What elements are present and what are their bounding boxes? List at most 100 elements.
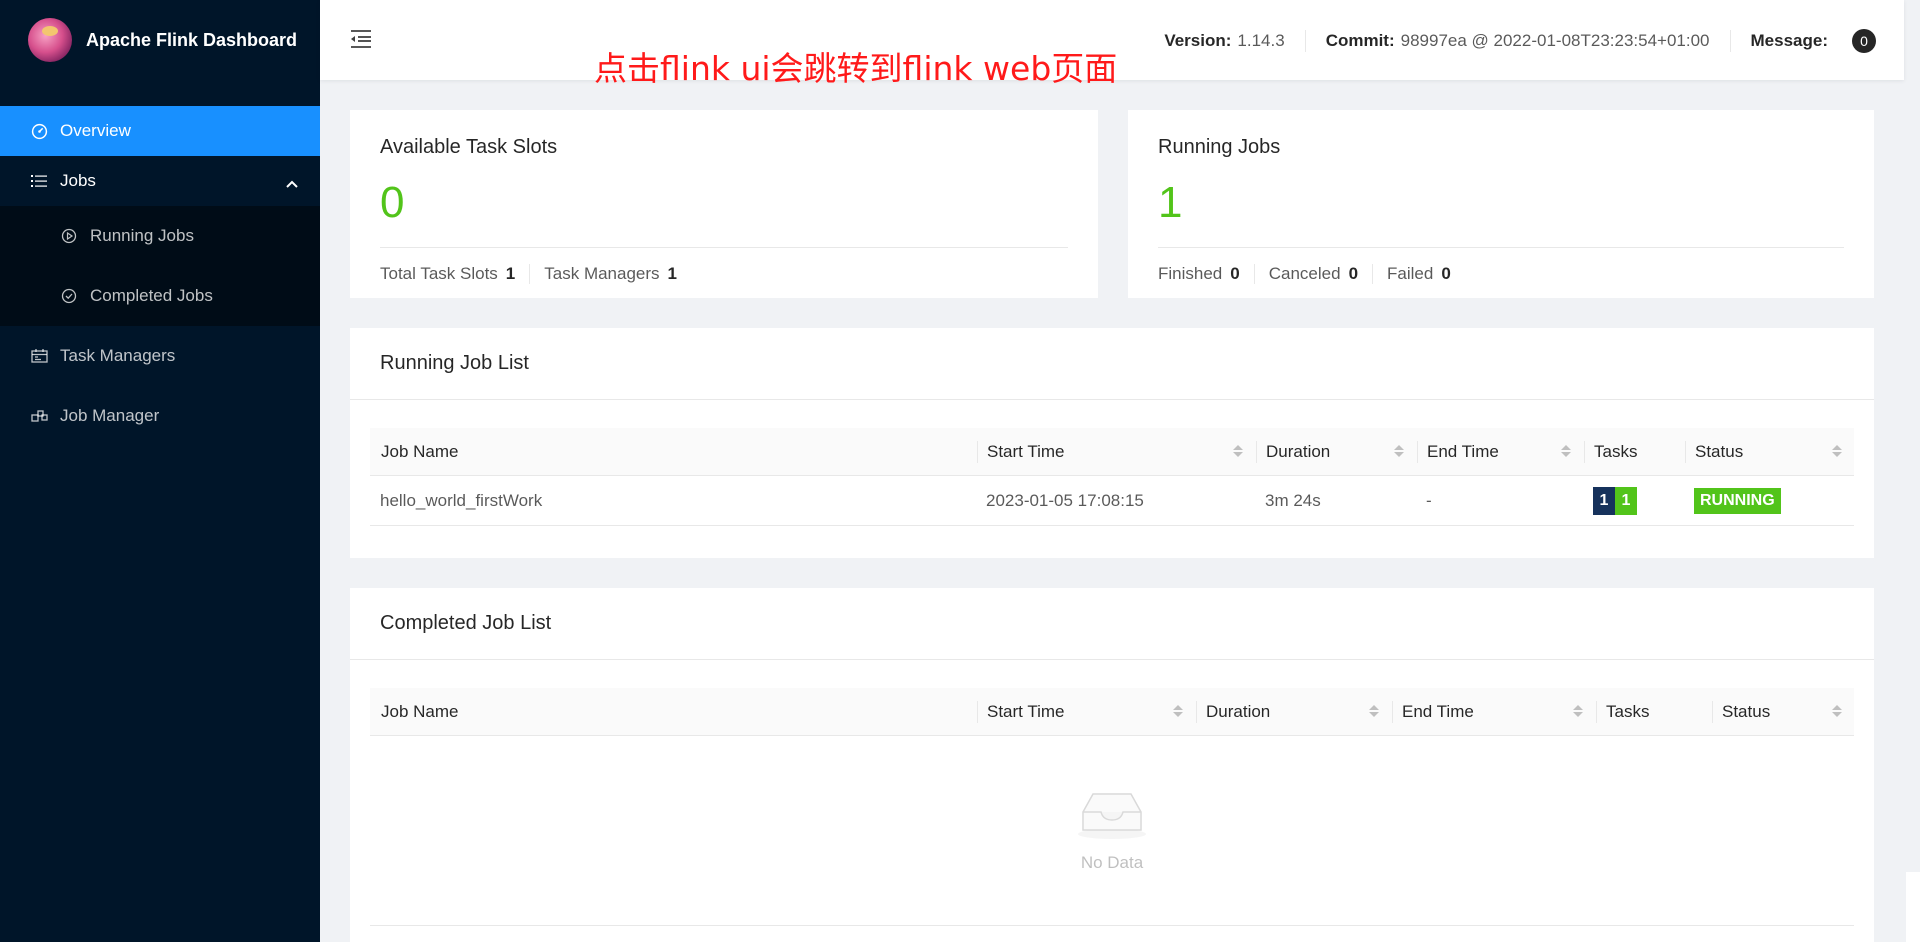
sort-icon[interactable] — [1561, 445, 1571, 457]
running-job-list-header: Running Job List — [350, 328, 1874, 400]
message-count-badge[interactable]: 0 — [1852, 29, 1876, 53]
sidebar-item-job-manager[interactable]: Job Manager — [0, 386, 320, 446]
running-job-list-title: Running Job List — [380, 352, 529, 374]
available-slots-value: 0 — [380, 178, 405, 227]
start-time-cell: 2023-01-05 17:08:15 — [986, 490, 1144, 510]
header-meta: Version: 1.14.3 Commit: 98997ea @ 2022-0… — [1144, 29, 1876, 53]
table-header: Job Name Start Time Duration End Time Ta… — [370, 428, 1854, 476]
empty-text: No Data — [1080, 853, 1144, 872]
sidebar-item-jobs[interactable]: Jobs — [0, 156, 320, 206]
schedule-icon — [30, 347, 48, 365]
sidebar-item-label: Overview — [60, 121, 131, 140]
flink-logo-icon — [28, 18, 72, 62]
sort-icon[interactable] — [1832, 705, 1842, 717]
sort-icon[interactable] — [1394, 445, 1404, 457]
tasks-cell: 1 1 — [1583, 486, 1684, 515]
sidebar-item-task-managers[interactable]: Task Managers — [0, 326, 320, 386]
column-label: Tasks — [1606, 701, 1650, 721]
top-header: 点击flink ui会跳转到flink web页面 Version: 1.14.… — [320, 0, 1904, 88]
finished-count: Finished 0 — [1158, 264, 1255, 284]
column-label: Status — [1695, 441, 1744, 461]
column-label: Status — [1722, 701, 1771, 721]
column-duration[interactable]: Duration — [1195, 688, 1391, 735]
list-icon — [30, 172, 48, 190]
version-label: Version: — [1164, 31, 1232, 50]
task-badges: 1 1 — [1593, 486, 1637, 515]
column-tasks: Tasks — [1583, 428, 1684, 475]
jobs-submenu: Running Jobs Completed Jobs — [0, 206, 320, 326]
total-task-slots-value: 1 — [505, 264, 516, 283]
column-label: Duration — [1206, 701, 1271, 721]
column-label: End Time — [1427, 441, 1499, 461]
brand[interactable]: Apache Flink Dashboard — [0, 0, 320, 80]
sort-icon[interactable] — [1573, 705, 1583, 717]
column-end-time[interactable]: End Time — [1391, 688, 1595, 735]
commit-label: Commit: — [1325, 31, 1395, 50]
chevron-up-icon — [286, 173, 298, 193]
sidebar-item-overview[interactable]: Overview — [0, 106, 320, 156]
tasks-total-badge: 1 — [1593, 486, 1615, 515]
sidebar-item-label: Task Managers — [60, 346, 176, 365]
scrollbar[interactable] — [1906, 872, 1920, 942]
running-jobs-footer: Finished 0 Canceled 0 Failed 0 — [1158, 264, 1844, 284]
cluster-icon — [30, 407, 48, 425]
completed-job-list-title: Completed Job List — [380, 612, 552, 634]
commit-info: Commit: 98997ea @ 2022-01-08T23:23:54+01… — [1306, 30, 1731, 52]
column-start-time[interactable]: Start Time — [976, 428, 1255, 475]
sidebar-item-completed-jobs[interactable]: Completed Jobs — [0, 266, 320, 326]
brand-title: Apache Flink Dashboard — [86, 29, 298, 50]
message-info[interactable]: Message: 0 — [1731, 29, 1876, 53]
failed-value: 0 — [1441, 264, 1451, 283]
sort-icon[interactable] — [1832, 445, 1842, 457]
completed-job-list-header: Completed Job List — [350, 588, 1874, 660]
finished-label: Finished — [1158, 264, 1223, 283]
sidebar-item-label: Jobs — [60, 171, 96, 190]
column-end-time[interactable]: End Time — [1416, 428, 1583, 475]
sidebar-item-label: Job Manager — [60, 406, 160, 425]
column-label: Start Time — [987, 701, 1065, 721]
annotation-text: 点击flink ui会跳转到flink web页面 — [594, 49, 1118, 88]
canceled-count: Canceled 0 — [1268, 264, 1374, 284]
sort-icon[interactable] — [1233, 445, 1243, 457]
play-circle-icon — [60, 227, 78, 245]
check-circle-icon — [60, 287, 78, 305]
task-managers-label: Task Managers — [544, 264, 660, 283]
column-job-name: Job Name — [370, 688, 976, 735]
sidebar-item-running-jobs[interactable]: Running Jobs — [0, 206, 320, 266]
running-job-table: Job Name Start Time Duration End Time Ta… — [370, 428, 1854, 526]
task-slots-card: Available Task Slots 0 Total Task Slots 1… — [350, 110, 1098, 298]
running-job-list-card: Running Job List Job Name Start Time Dur… — [350, 328, 1874, 558]
sidebar: Apache Flink Dashboard Overview Jobs Run… — [0, 0, 320, 942]
task-slots-footer: Total Task Slots 1 Task Managers 1 — [380, 264, 1068, 284]
empty-state: No Data — [370, 736, 1854, 926]
column-label: Start Time — [987, 441, 1065, 461]
column-start-time[interactable]: Start Time — [976, 688, 1195, 735]
end-time-cell: - — [1426, 490, 1432, 510]
finished-value: 0 — [1230, 264, 1240, 283]
column-status[interactable]: Status — [1711, 688, 1854, 735]
column-label: Tasks — [1594, 441, 1638, 461]
column-label: Job Name — [381, 701, 459, 721]
sort-icon[interactable] — [1173, 705, 1183, 717]
column-job-name: Job Name — [370, 428, 976, 475]
column-label: Job Name — [381, 441, 459, 461]
column-status[interactable]: Status — [1684, 428, 1854, 475]
table-row[interactable]: hello_world_firstWork 2023-01-05 17:08:1… — [370, 476, 1854, 526]
sort-icon[interactable] — [1369, 705, 1379, 717]
version-value: 1.14.3 — [1237, 31, 1285, 50]
status-badge: RUNNING — [1694, 487, 1781, 514]
table-header: Job Name Start Time Duration End Time Ta… — [370, 688, 1854, 736]
task-managers-count: Task Managers 1 — [544, 264, 691, 284]
total-task-slots: Total Task Slots 1 — [380, 264, 531, 284]
column-duration[interactable]: Duration — [1255, 428, 1416, 475]
failed-label: Failed — [1387, 264, 1434, 283]
running-jobs-card: Running Jobs 1 Finished 0 Canceled 0 Faile… — [1128, 110, 1874, 298]
canceled-value: 0 — [1348, 264, 1359, 283]
duration-cell: 3m 24s — [1265, 490, 1321, 510]
message-label: Message: — [1750, 31, 1828, 50]
menu-fold-icon[interactable] — [350, 30, 372, 53]
status-cell: RUNNING — [1684, 487, 1854, 514]
canceled-label: Canceled — [1268, 264, 1341, 283]
tasks-running-badge: 1 — [1615, 486, 1637, 515]
completed-job-table: Job Name Start Time Duration End Time Ta… — [370, 688, 1854, 926]
